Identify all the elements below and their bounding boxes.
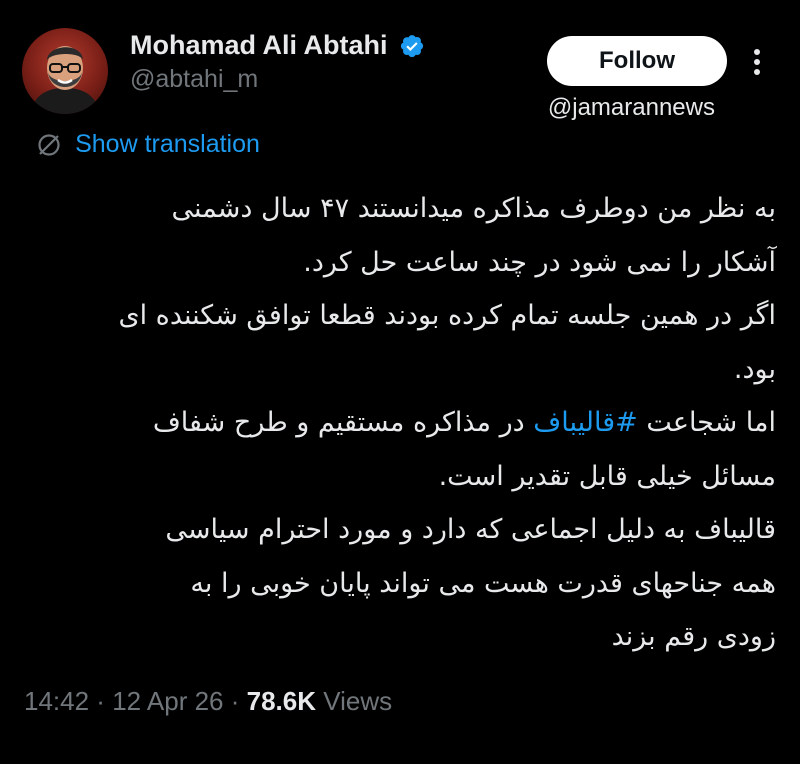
tweet-line: بود.	[733, 353, 776, 385]
tweet-line: آشکار را نمی شود در چند ساعت حل کرد.	[303, 246, 776, 278]
author-handle[interactable]: @abtahi_m	[130, 65, 425, 94]
tweet-line: همه جناحهای قدرت هست می تواند پایان خوبی…	[190, 567, 776, 599]
show-translation-link[interactable]: Show translation	[36, 130, 260, 162]
hashtag-link[interactable]: #قالیباف	[533, 407, 638, 438]
tweet-line: قالیباف به دلیل اجماعی که دارد و مورد اح…	[165, 514, 776, 545]
meta-separator: ·	[223, 686, 247, 716]
tweet-line: مسائل خیلی قابل تقدیر است.	[438, 460, 776, 492]
translate-globe-icon	[38, 133, 60, 156]
views-count[interactable]: 78.6K	[247, 686, 316, 716]
views-label: Views	[316, 686, 393, 716]
author-block: Mohamad Ali Abtahi @abtahi_m	[130, 30, 425, 94]
tweet-text-segment: اما شجاعت	[637, 407, 776, 438]
verified-badge-icon	[400, 34, 423, 57]
tweet-time[interactable]: 14:42	[24, 686, 89, 716]
follow-button[interactable]: Follow	[547, 36, 727, 86]
tweet-text-segment: در مذاکره مستقیم و طرح شفاف	[152, 407, 534, 438]
more-vertical-icon[interactable]	[750, 48, 764, 76]
author-display-name[interactable]: Mohamad Ali Abtahi	[130, 30, 388, 61]
tweet-line: به نظر من دوطرف مذاکره میدانستند ۴۷ سال …	[171, 193, 776, 224]
tweet-date[interactable]: 12 Apr 26	[112, 686, 223, 716]
avatar[interactable]	[22, 28, 108, 114]
source-watermark: @jamarannews	[547, 94, 715, 121]
tweet-line: اگر در همین جلسه تمام کرده بودند قطعا تو…	[118, 300, 776, 331]
tweet-metadata: 14:42 · 12 Apr 26 · 78.6K Views	[24, 686, 392, 717]
show-translation-label[interactable]: Show translation	[75, 130, 260, 159]
tweet-line: زودی رقم بزند	[611, 621, 776, 652]
avatar-portrait	[30, 46, 100, 114]
meta-separator: ·	[89, 686, 113, 716]
tweet-line-with-hashtag: اما شجاعت #قالیباف در مذاکره مستقیم و طر…	[24, 396, 776, 450]
tweet-text: به نظر من دوطرف مذاکره میدانستند ۴۷ سال …	[24, 182, 776, 664]
